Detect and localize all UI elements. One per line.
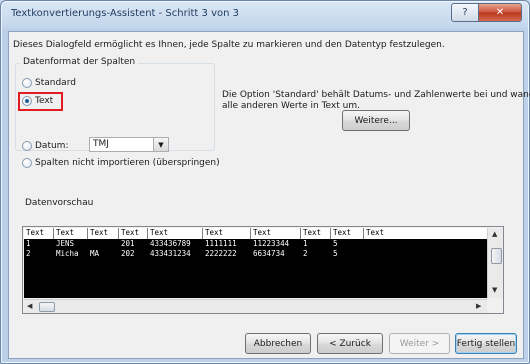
- chevron-down-icon[interactable]: ▼: [153, 138, 168, 151]
- table-cell: 202: [121, 249, 135, 258]
- advanced-button-label: Weitere...: [354, 115, 398, 126]
- column-header[interactable]: Text: [331, 228, 364, 239]
- column-header[interactable]: Text: [54, 228, 88, 239]
- dialog-client-area: Dieses Dialogfeld ermöglicht es Ihnen, j…: [8, 31, 530, 359]
- column-header[interactable]: Text: [119, 228, 148, 239]
- table-cell: 433436789: [150, 239, 191, 248]
- table-cell: [88, 239, 119, 249]
- table-row: 1 JENS 201 433436789 1111111 11223344 1 …: [24, 239, 487, 249]
- column-header[interactable]: Text: [301, 228, 331, 239]
- radio-date-indicator: [22, 141, 32, 151]
- radio-standard-indicator: [22, 78, 32, 88]
- close-icon: ✕: [495, 7, 505, 18]
- date-format-select[interactable]: TMJ ▼: [89, 137, 169, 152]
- text-option-highlight: [18, 92, 63, 111]
- table-cell: 5: [333, 239, 338, 248]
- vertical-scrollbar[interactable]: ▲ ▼: [487, 228, 503, 298]
- table-row: 2 Micha MA 202 433431234 2222222 6634734…: [24, 249, 487, 259]
- back-button[interactable]: < Zurück: [317, 333, 383, 354]
- column-header[interactable]: Text: [148, 228, 203, 239]
- preview-header-row: Text Text Text Text Text Text Text Text …: [24, 228, 487, 239]
- column-header[interactable]: Text: [251, 228, 301, 239]
- vertical-scroll-thumb[interactable]: [491, 248, 502, 264]
- table-cell: 201: [121, 239, 135, 248]
- preview-grid: Text Text Text Text Text Text Text Text …: [24, 228, 487, 298]
- cancel-button-label: Abbrechen: [253, 338, 303, 349]
- radio-date[interactable]: Datum:: [22, 141, 68, 151]
- window-title: Textkonvertierungs-Assistent - Schritt 3…: [11, 8, 239, 19]
- table-cell: 6634734: [253, 249, 285, 258]
- table-cell: 5: [333, 249, 338, 258]
- help-button[interactable]: ?: [451, 3, 479, 22]
- data-preview[interactable]: Text Text Text Text Text Text Text Text …: [22, 226, 504, 314]
- table-cell: 1: [303, 239, 308, 248]
- table-cell: 11223344: [253, 239, 290, 248]
- radio-skip-column[interactable]: Spalten nicht importieren (überspringen): [22, 158, 220, 168]
- table-cell: JENS: [56, 239, 75, 248]
- title-bar[interactable]: Textkonvertierungs-Assistent - Schritt 3…: [1, 1, 529, 28]
- next-button[interactable]: Weiter >: [389, 333, 450, 354]
- column-header[interactable]: Text: [88, 228, 119, 239]
- table-cell: 1111111: [205, 239, 237, 248]
- close-button[interactable]: ✕: [478, 3, 522, 22]
- column-header[interactable]: Text: [24, 228, 54, 239]
- radio-skip-label: Spalten nicht importieren (überspringen): [35, 158, 220, 168]
- scroll-left-icon[interactable]: ◀: [27, 302, 32, 310]
- table-cell: 2222222: [205, 249, 237, 258]
- next-button-label: Weiter >: [399, 338, 440, 349]
- date-format-value: TMJ: [93, 139, 109, 149]
- cancel-button[interactable]: Abbrechen: [245, 333, 311, 354]
- table-cell: 1: [26, 239, 31, 248]
- table-cell: 2: [303, 249, 308, 258]
- radio-date-label: Datum:: [35, 141, 69, 151]
- column-format-legend: Datenformat der Spalten: [20, 57, 139, 67]
- horizontal-scroll-thumb[interactable]: [39, 302, 55, 312]
- advanced-button[interactable]: Weitere...: [342, 110, 410, 131]
- column-header[interactable]: Text: [364, 228, 487, 239]
- horizontal-scrollbar[interactable]: ◀ ▶: [24, 299, 487, 313]
- table-cell: 433431234: [150, 249, 191, 258]
- radio-skip-indicator: [22, 158, 32, 168]
- back-button-label: < Zurück: [329, 338, 371, 349]
- table-cell: Micha: [56, 249, 79, 258]
- column-header[interactable]: Text: [203, 228, 251, 239]
- help-icon: ?: [462, 7, 468, 18]
- dialog-window: Textkonvertierungs-Assistent - Schritt 3…: [0, 0, 530, 364]
- radio-standard-label: Standard: [35, 78, 76, 88]
- scroll-down-icon[interactable]: ▼: [492, 286, 497, 294]
- description-line-1: Die Option 'Standard' behält Datums- und…: [222, 90, 530, 100]
- table-cell: 2: [26, 249, 31, 258]
- table-cell: [364, 249, 487, 259]
- scroll-right-icon[interactable]: ▶: [476, 302, 481, 310]
- finish-button-label: Fertig stellen: [456, 338, 516, 349]
- radio-standard[interactable]: Standard: [22, 78, 76, 88]
- intro-text: Dieses Dialogfeld ermöglicht es Ihnen, j…: [13, 40, 445, 50]
- preview-legend: Datenvorschau: [22, 198, 97, 208]
- table-cell: MA: [90, 249, 100, 258]
- scroll-up-icon[interactable]: ▲: [492, 230, 497, 238]
- table-cell: [364, 239, 487, 249]
- description-line-2: alle anderen Werte in Text um.: [222, 101, 360, 111]
- finish-button[interactable]: Fertig stellen: [455, 333, 517, 354]
